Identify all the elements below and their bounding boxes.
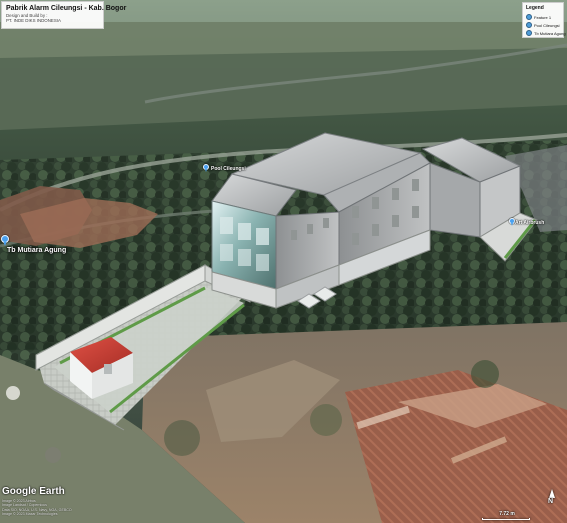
tb-mutiara-agung-label[interactable]: Tb Mutiara Agung (7, 247, 66, 255)
legend-item-feature-1: Feature 1 (526, 13, 560, 21)
map-title: Pabrik Alarm Cileungsi - Kab. Bogor (6, 5, 127, 12)
map-scale: 7.72 m (479, 511, 535, 521)
google-earth-brand: Google Earth (2, 486, 65, 497)
tb-mutiara-agung-pin-icon[interactable] (1, 235, 9, 243)
north-indicator[interactable]: N (546, 489, 558, 509)
map-pin-icon (526, 30, 532, 36)
map-subtitle-line-2: PT. INDE DIKS INDONESIA (6, 18, 61, 23)
attribution-line-4: Image © 2023 Maxar Technologies (2, 512, 58, 517)
pool-cileungsi-pin-icon[interactable] (203, 164, 209, 170)
map-title-card: Pabrik Alarm Cileungsi - Kab. Bogor Desi… (1, 1, 127, 29)
guard-house-window (104, 364, 112, 374)
legend-item-pool-cileungsi: Pool Cileungsi (526, 21, 560, 29)
north-arrow-icon[interactable] (549, 489, 555, 498)
legend-item-tb-mutiara-agung: Tb Mutiara Agung (526, 29, 566, 37)
north-label: N (548, 498, 554, 505)
pool-cileungsi-label[interactable]: Pool Cileungsi (211, 166, 246, 172)
scale-bar (482, 518, 530, 520)
map-legend: Legend Feature 1 Pool Cileungsi Tb Mutia… (522, 2, 566, 38)
map-pin-icon (526, 22, 532, 28)
legend-title: Legend (526, 5, 544, 11)
art-airbrush-label[interactable]: Art Airbrush (515, 220, 544, 226)
legend-label-pool-cileungsi: Pool Cileungsi (534, 22, 560, 28)
map-viewport[interactable]: Pabrik Alarm Cileungsi - Kab. Bogor Desi… (0, 0, 567, 523)
legend-label-feature-1: Feature 1 (534, 14, 552, 20)
scale-label: 7.72 m (499, 511, 515, 517)
3d-map-scene[interactable] (0, 0, 567, 523)
legend-label-tb-mutiara-agung: Tb Mutiara Agung (534, 30, 566, 36)
attribution-block: Image © 2023 Airbus Image Landsat / Cope… (2, 499, 72, 517)
map-pin-icon (526, 14, 532, 20)
